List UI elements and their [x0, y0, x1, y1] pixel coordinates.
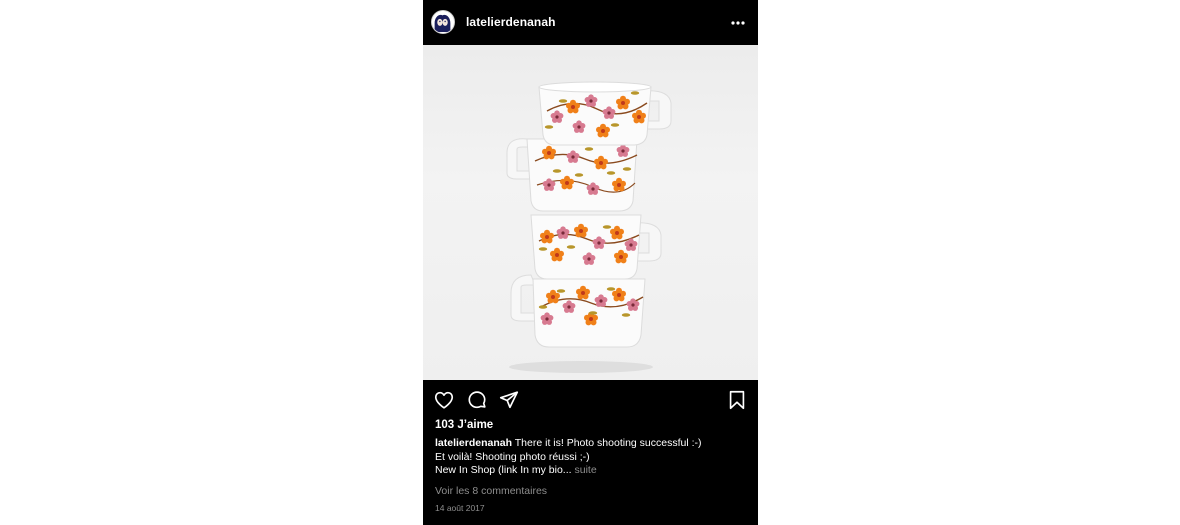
- heart-icon[interactable]: [433, 389, 455, 411]
- more-horizontal-icon[interactable]: [728, 16, 752, 28]
- post-header: latelierdenanah: [423, 0, 758, 45]
- post-photo[interactable]: [423, 45, 758, 380]
- comment-bubble-icon[interactable]: [466, 389, 488, 411]
- view-comments-link[interactable]: Voir les 8 commentaires: [435, 485, 547, 497]
- caption-line-2: Et voilà! Shooting photo réussi ;-): [435, 450, 590, 463]
- caption-more-link[interactable]: suite: [574, 464, 596, 476]
- post-caption: latelierdenanah There it is! Photo shoot…: [435, 437, 755, 478]
- post-actions: [423, 386, 758, 416]
- caption-username[interactable]: latelierdenanah: [435, 437, 512, 449]
- caption-line-1: There it is! Photo shooting successful :…: [514, 437, 702, 449]
- likes-count[interactable]: 103 J’aime: [435, 419, 493, 431]
- post-username[interactable]: latelierdenanah: [466, 15, 556, 29]
- bookmark-icon[interactable]: [726, 389, 748, 411]
- post-date: 14 août 2017: [435, 503, 485, 513]
- caption-line-3: New In Shop (link In my bio...: [435, 464, 572, 476]
- avatar[interactable]: [431, 10, 455, 34]
- send-icon[interactable]: [498, 389, 520, 411]
- instagram-post: latelierdenanah 103 J’aime latelierdenan…: [423, 0, 758, 525]
